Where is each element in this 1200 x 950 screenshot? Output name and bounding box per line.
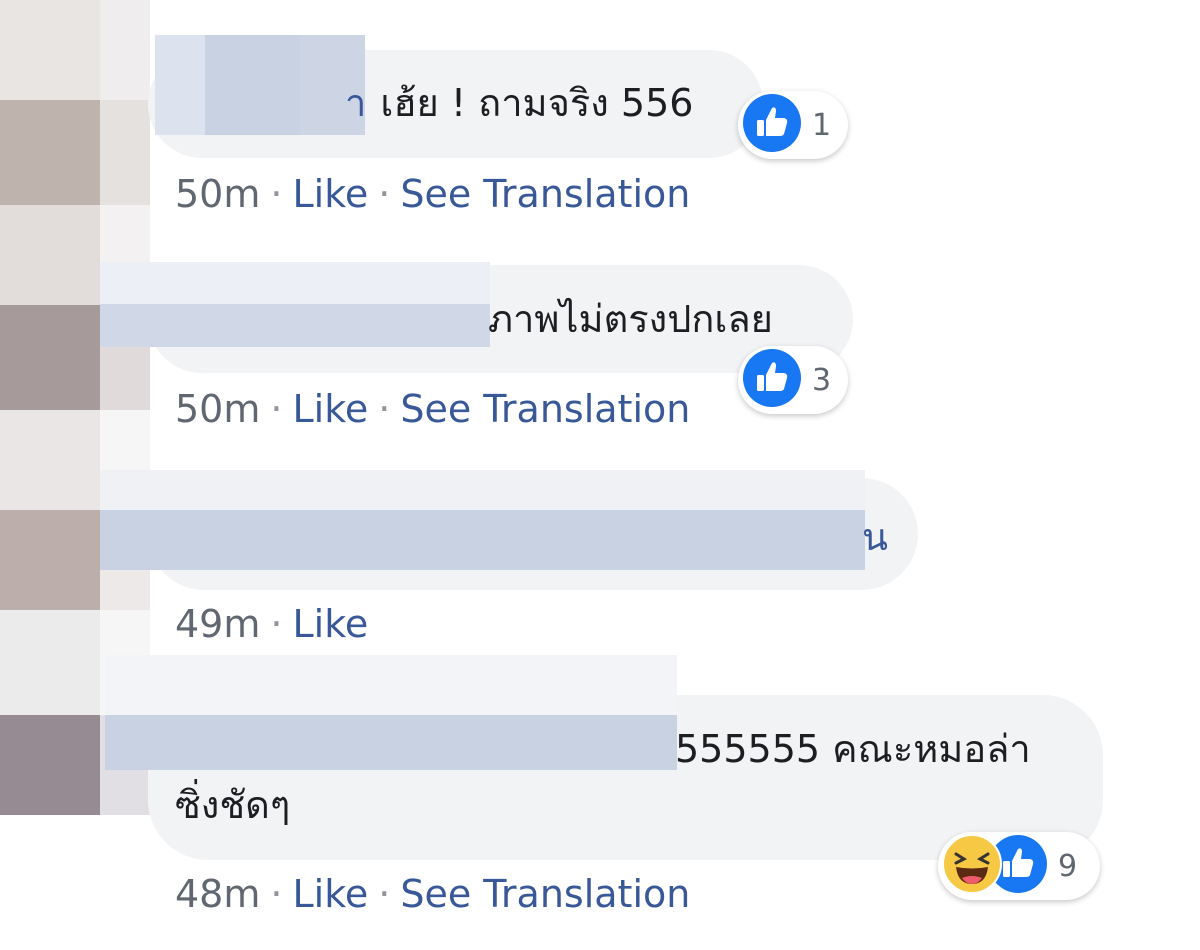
reaction-count: 9 xyxy=(1058,848,1078,884)
reaction-summary[interactable]: 9 xyxy=(938,832,1100,900)
like-link[interactable]: Like xyxy=(292,172,368,216)
timestamp[interactable]: 49m xyxy=(175,602,260,646)
like-link[interactable]: Like xyxy=(292,872,368,916)
reaction-count: 3 xyxy=(812,362,832,398)
commenter-name[interactable]: า xyxy=(345,81,366,125)
comment-meta: 50m · Like · See Translation xyxy=(175,172,691,216)
redacted-name xyxy=(100,262,490,347)
comment-text: น xyxy=(862,515,888,559)
comment-text: ภาพไม่ตรงปกเลย xyxy=(488,297,773,341)
comment-text: 555555 คณะหมอล่า xyxy=(675,727,1031,771)
reaction-summary[interactable]: 1 xyxy=(738,91,848,159)
comment-meta: 49m · Like xyxy=(175,602,369,646)
comment-meta: 50m · Like · See Translation xyxy=(175,387,691,431)
reaction-summary[interactable]: 3 xyxy=(738,346,848,414)
timestamp[interactable]: 50m xyxy=(175,172,260,216)
see-translation-link[interactable]: See Translation xyxy=(400,872,690,916)
see-translation-link[interactable]: See Translation xyxy=(400,387,690,431)
comment-meta: 48m · Like · See Translation xyxy=(175,872,691,916)
comment-text: าเฮ้ย ! ถามจริง 556 xyxy=(345,81,694,125)
redacted-name xyxy=(100,470,865,570)
like-icon xyxy=(742,93,802,157)
redacted-name xyxy=(155,35,365,135)
like-link[interactable]: Like xyxy=(292,602,368,646)
comment-text: ซิ่งชัดๆ xyxy=(175,783,291,827)
haha-icon xyxy=(942,834,1002,898)
timestamp[interactable]: 50m xyxy=(175,387,260,431)
reaction-count: 1 xyxy=(812,107,832,143)
timestamp[interactable]: 48m xyxy=(175,872,260,916)
see-translation-link[interactable]: See Translation xyxy=(400,172,690,216)
like-icon xyxy=(742,348,802,412)
like-link[interactable]: Like xyxy=(292,387,368,431)
redacted-name xyxy=(105,655,677,770)
